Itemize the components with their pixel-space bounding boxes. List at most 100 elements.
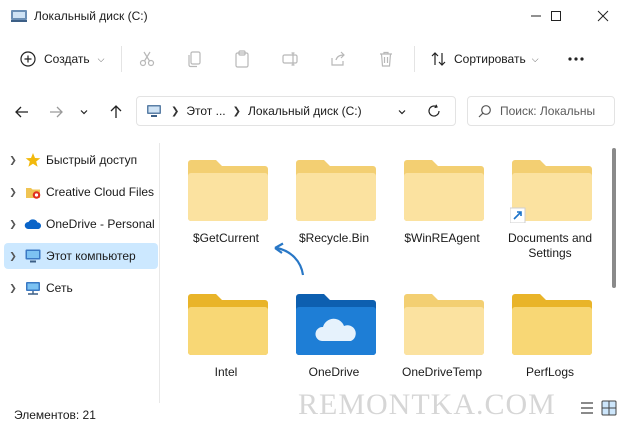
more-options-button[interactable] bbox=[560, 46, 592, 72]
details-view-icon[interactable] bbox=[579, 400, 595, 416]
list-item[interactable]: $GetCurrent bbox=[174, 143, 278, 261]
address-dropdown-button[interactable] bbox=[391, 99, 413, 125]
refresh-icon bbox=[428, 104, 440, 117]
star-icon bbox=[24, 152, 42, 168]
new-button[interactable]: Создать ⌵ bbox=[12, 44, 112, 74]
breadcrumb-separator: ❯ bbox=[171, 105, 180, 117]
annotation-arrow bbox=[274, 242, 305, 276]
share-button[interactable] bbox=[326, 47, 350, 71]
delete-button[interactable] bbox=[374, 47, 398, 71]
watermark: REMONTKA.COM bbox=[298, 388, 556, 421]
recent-locations-button[interactable] bbox=[74, 99, 94, 125]
chevron-right-icon[interactable]: ❯ bbox=[4, 155, 22, 166]
chevron-right-icon[interactable]: ❯ bbox=[4, 187, 22, 198]
item-name: $GetCurrent bbox=[192, 231, 260, 245]
list-item[interactable]: OneDriveTemp bbox=[390, 277, 494, 395]
onedrive-cloud-icon bbox=[24, 216, 42, 232]
command-bar: Создать ⌵ Сортировать ⌵ bbox=[0, 40, 625, 80]
sidebar-item-label: Этот компьютер bbox=[46, 249, 136, 263]
sidebar-item-onedrive[interactable]: ❯ OneDrive - Personal bbox=[4, 211, 158, 237]
sidebar-item-creative-cloud[interactable]: ❯ Creative Cloud Files bbox=[4, 179, 158, 205]
navigation-pane: ❯ Быстрый доступ ❯ Creative Cloud Files … bbox=[0, 143, 160, 403]
creative-cloud-icon bbox=[24, 184, 42, 200]
computer-icon bbox=[147, 105, 161, 117]
file-list: $GetCurrent $Recycle.Bin $WinREAgent Doc… bbox=[161, 143, 605, 403]
paste-icon bbox=[235, 50, 249, 68]
vertical-scrollbar[interactable] bbox=[610, 146, 618, 404]
cut-icon bbox=[139, 51, 155, 67]
drive-icon bbox=[11, 10, 27, 22]
paste-button[interactable] bbox=[230, 47, 254, 71]
chevron-down-icon: ⌵ bbox=[97, 53, 105, 64]
scrollbar-thumb[interactable] bbox=[612, 148, 616, 288]
chevron-right-icon[interactable]: ❯ bbox=[4, 283, 22, 294]
onedrive-folder-icon bbox=[296, 294, 376, 355]
sidebar-item-network[interactable]: ❯ Сеть bbox=[4, 275, 158, 301]
folder-icon bbox=[404, 294, 484, 355]
item-name: PerfLogs bbox=[525, 365, 575, 379]
chevron-down-icon: ⌵ bbox=[531, 53, 539, 64]
rename-icon bbox=[282, 52, 298, 66]
breadcrumb-separator: ❯ bbox=[232, 105, 242, 117]
sidebar-item-label: Creative Cloud Files bbox=[46, 185, 155, 199]
toolbar-divider bbox=[121, 46, 122, 72]
list-item[interactable]: $WinREAgent bbox=[390, 143, 494, 261]
close-button[interactable] bbox=[581, 0, 625, 32]
window-title: Локальный диск (C:) bbox=[34, 9, 148, 23]
breadcrumb-local-disk[interactable]: Локальный диск (C:) bbox=[248, 104, 362, 118]
sidebar-item-label: OneDrive - Personal bbox=[46, 217, 155, 231]
maximize-icon bbox=[551, 11, 561, 21]
sidebar-item-quick-access[interactable]: ❯ Быстрый доступ bbox=[4, 147, 158, 173]
list-item[interactable]: Documents and Settings bbox=[498, 143, 602, 261]
back-button[interactable] bbox=[9, 99, 35, 125]
breadcrumb-this-pc[interactable]: Этот ... bbox=[186, 104, 225, 118]
folder-icon bbox=[512, 294, 592, 355]
item-name: OneDrive bbox=[308, 365, 360, 379]
chevron-right-icon[interactable]: ❯ bbox=[4, 219, 22, 230]
list-item[interactable]: Intel bbox=[174, 277, 278, 395]
delete-icon bbox=[380, 51, 392, 67]
close-icon bbox=[597, 10, 609, 22]
folder-icon bbox=[404, 160, 484, 221]
up-button[interactable] bbox=[103, 99, 129, 125]
sort-button-label: Сортировать bbox=[454, 52, 526, 66]
large-icons-view-icon[interactable] bbox=[601, 400, 617, 416]
chevron-right-icon[interactable]: ❯ bbox=[4, 251, 22, 262]
copy-button[interactable] bbox=[183, 47, 207, 71]
more-icon bbox=[568, 57, 584, 61]
folder-icon bbox=[188, 294, 268, 355]
rename-button[interactable] bbox=[278, 47, 302, 71]
cut-button[interactable] bbox=[135, 47, 159, 71]
search-box[interactable]: Поиск: Локальны bbox=[467, 96, 615, 126]
sort-button[interactable]: Сортировать ⌵ bbox=[424, 44, 545, 74]
title-bar: Локальный диск (C:) bbox=[0, 0, 625, 32]
arrow-left-icon bbox=[15, 106, 28, 118]
plus-circle-icon bbox=[20, 51, 36, 67]
search-icon bbox=[478, 105, 491, 118]
arrow-right-icon bbox=[50, 106, 63, 118]
folder-shortcut-icon bbox=[510, 160, 592, 223]
folder-icon bbox=[296, 160, 376, 221]
navigation-bar: ❯ Этот ... ❯ Локальный диск (C:) Поиск: … bbox=[0, 96, 625, 130]
folder-icon bbox=[188, 160, 268, 221]
copy-icon bbox=[188, 51, 201, 68]
refresh-button[interactable] bbox=[420, 98, 448, 124]
forward-button[interactable] bbox=[43, 99, 69, 125]
item-name: Intel bbox=[214, 365, 238, 379]
chevron-down-icon bbox=[80, 110, 88, 115]
computer-icon bbox=[24, 248, 42, 264]
item-count: Элементов: 21 bbox=[14, 408, 96, 422]
search-placeholder: Поиск: Локальны bbox=[500, 104, 596, 118]
network-icon bbox=[24, 280, 42, 296]
item-name: Documents and Settings bbox=[507, 231, 593, 260]
maximize-button[interactable] bbox=[536, 0, 576, 32]
item-name: $WinREAgent bbox=[404, 231, 480, 245]
arrow-up-icon bbox=[110, 105, 122, 118]
sidebar-item-label: Сеть bbox=[46, 281, 73, 295]
list-item[interactable]: OneDrive bbox=[282, 277, 386, 395]
list-item[interactable]: PerfLogs bbox=[498, 277, 602, 395]
sidebar-item-this-pc[interactable]: ❯ Этот компьютер bbox=[4, 243, 158, 269]
sort-icon bbox=[431, 52, 446, 66]
chevron-down-icon bbox=[398, 110, 406, 115]
new-button-label: Создать bbox=[44, 52, 90, 66]
